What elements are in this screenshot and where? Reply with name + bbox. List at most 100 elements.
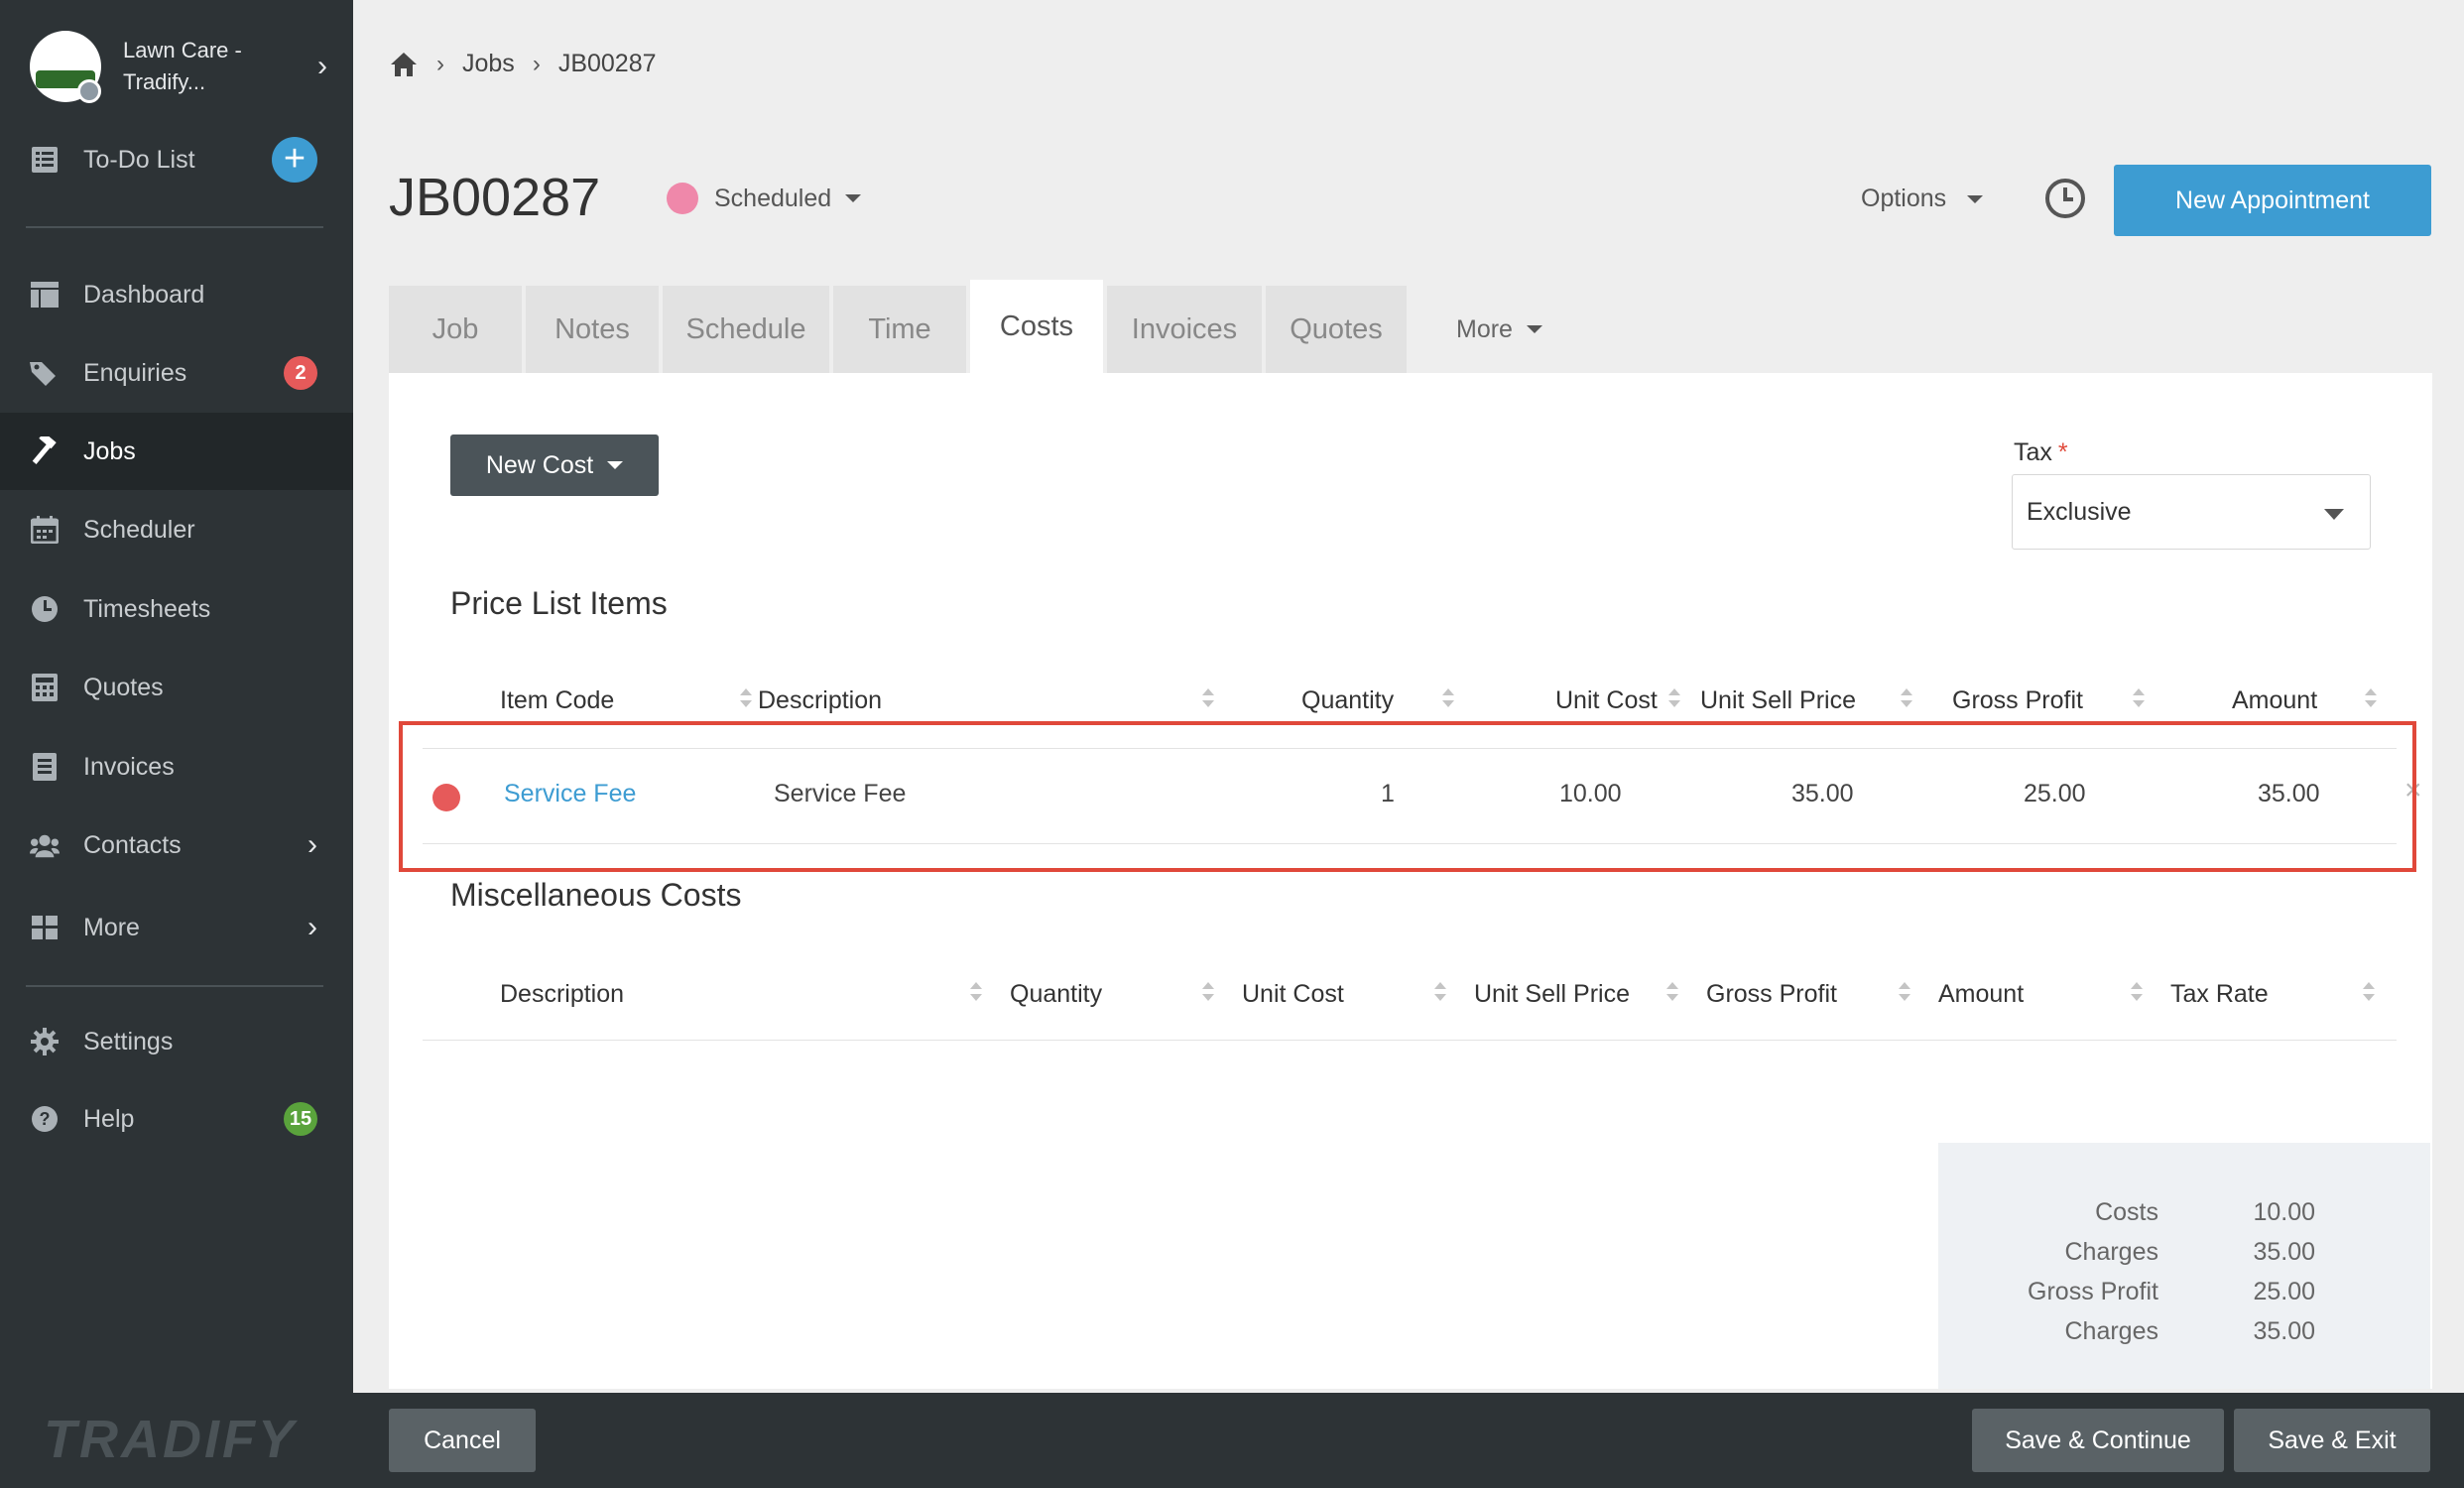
col-amount[interactable]: Amount: [1938, 980, 2024, 1009]
tax-select[interactable]: Exclusive: [2012, 474, 2371, 550]
new-cost-button[interactable]: New Cost: [450, 434, 659, 496]
save-exit-button[interactable]: Save & Exit: [2234, 1409, 2430, 1472]
sort-icon[interactable]: [740, 686, 752, 710]
totals-label: Gross Profit: [2028, 1278, 2158, 1305]
col-gross-profit[interactable]: Gross Profit: [1706, 980, 1837, 1009]
divider: [26, 985, 323, 987]
col-quantity[interactable]: Quantity: [1010, 980, 1102, 1009]
cancel-button[interactable]: Cancel: [389, 1409, 536, 1472]
history-clock-icon[interactable]: [2045, 179, 2085, 218]
add-todo-button[interactable]: +: [272, 137, 317, 183]
sidebar-item-contacts[interactable]: Contacts ›: [0, 806, 353, 884]
col-amount[interactable]: Amount: [2232, 686, 2317, 715]
sort-icon[interactable]: [970, 980, 982, 1004]
sidebar-item-label: Enquiries: [83, 358, 187, 387]
sidebar-item-label: To-Do List: [83, 145, 195, 174]
tab-time[interactable]: Time: [833, 286, 966, 373]
col-gross-profit[interactable]: Gross Profit: [1952, 686, 2083, 715]
tab-invoices[interactable]: Invoices: [1107, 286, 1262, 373]
new-cost-label: New Cost: [485, 450, 594, 479]
org-name: Lawn Care - Tradify...: [123, 38, 242, 94]
sidebar-item-label: Dashboard: [83, 280, 205, 309]
help-count-badge: 15: [284, 1102, 317, 1136]
chevron-right-icon: ›: [308, 911, 317, 943]
users-icon: [30, 830, 60, 860]
required-marker: *: [2057, 438, 2068, 466]
tab-job[interactable]: Job: [389, 286, 522, 373]
org-switcher[interactable]: Lawn Care - Tradify... ›: [30, 30, 337, 103]
totals-row-charges-2: Charges 35.00: [1938, 1317, 2430, 1357]
sort-icon[interactable]: [1899, 980, 1910, 1004]
sort-icon[interactable]: [1202, 686, 1214, 710]
tab-more-label: More: [1456, 314, 1513, 343]
sidebar-item-todo-list[interactable]: To-Do List +: [0, 121, 353, 198]
tax-select-value: Exclusive: [2027, 497, 2132, 526]
sidebar-item-label: Contacts: [83, 830, 182, 859]
misc-costs-title: Miscellaneous Costs: [450, 877, 742, 913]
new-appointment-button[interactable]: New Appointment: [2114, 165, 2431, 236]
gear-icon: [30, 1027, 60, 1056]
col-unit-cost[interactable]: Unit Cost: [1242, 980, 1344, 1009]
price-list-header: Item Code Description Quantity Unit Cost…: [389, 686, 2432, 726]
options-dropdown[interactable]: Options: [1861, 185, 1984, 213]
tab-costs[interactable]: Costs: [970, 280, 1103, 373]
invoice-icon: [30, 752, 60, 782]
col-unit-sell-price[interactable]: Unit Sell Price: [1700, 686, 1856, 715]
tab-quotes[interactable]: Quotes: [1266, 286, 1407, 373]
sidebar-item-quotes[interactable]: Quotes: [0, 649, 353, 726]
col-unit-sell-price[interactable]: Unit Sell Price: [1474, 980, 1630, 1009]
home-icon[interactable]: [389, 51, 419, 78]
sidebar-item-settings[interactable]: Settings: [0, 1003, 353, 1080]
caret-down-icon: [607, 461, 624, 469]
sort-icon[interactable]: [1442, 686, 1454, 710]
sidebar-item-label: Jobs: [83, 436, 136, 465]
col-quantity[interactable]: Quantity: [1301, 686, 1394, 715]
sidebar-item-dashboard[interactable]: Dashboard: [0, 256, 353, 333]
col-item-code[interactable]: Item Code: [500, 686, 614, 715]
sort-icon[interactable]: [2365, 686, 2377, 710]
divider: [423, 1040, 2397, 1041]
col-unit-cost[interactable]: Unit Cost: [1555, 686, 1658, 715]
save-continue-button[interactable]: Save & Continue: [1972, 1409, 2224, 1472]
sort-icon[interactable]: [2363, 980, 2375, 1004]
totals-value: 25.00: [2253, 1278, 2315, 1305]
breadcrumb-jobs-link[interactable]: Jobs: [462, 50, 515, 78]
sort-icon[interactable]: [2131, 980, 2143, 1004]
sort-icon[interactable]: [2133, 686, 2145, 710]
chevron-right-icon: ›: [436, 50, 444, 77]
sidebar-item-label: Invoices: [83, 752, 175, 781]
sidebar-item-timesheets[interactable]: Timesheets: [0, 570, 353, 648]
sidebar-item-more[interactable]: More ›: [0, 889, 353, 966]
sidebar-item-scheduler[interactable]: Scheduler: [0, 491, 353, 568]
sort-icon[interactable]: [1434, 980, 1446, 1004]
sidebar-item-help[interactable]: ? Help 15: [0, 1080, 353, 1158]
totals-value: 35.00: [2253, 1317, 2315, 1345]
col-tax-rate[interactable]: Tax Rate: [2170, 980, 2269, 1009]
list-icon: [30, 145, 60, 175]
tab-more-dropdown[interactable]: More: [1411, 286, 1542, 373]
chevron-right-icon: ›: [317, 50, 327, 82]
sort-icon[interactable]: [1668, 686, 1680, 710]
tab-schedule[interactable]: Schedule: [663, 286, 829, 373]
sidebar-item-label: More: [83, 913, 140, 941]
totals-label: Charges: [2064, 1238, 2159, 1266]
help-icon: ?: [30, 1104, 60, 1134]
sort-icon[interactable]: [1202, 980, 1214, 1004]
col-description[interactable]: Description: [500, 980, 624, 1009]
status-dropdown[interactable]: Scheduled: [667, 183, 862, 214]
caret-down-icon: [2324, 509, 2344, 520]
divider: [26, 226, 323, 228]
totals-row-costs: Costs 10.00: [1938, 1198, 2430, 1238]
status-label: Scheduled: [714, 184, 832, 212]
tab-notes[interactable]: Notes: [526, 286, 659, 373]
sidebar-item-label: Timesheets: [83, 594, 211, 623]
breadcrumb: › Jobs › JB00287: [389, 50, 657, 78]
hammer-icon: [30, 436, 60, 466]
sort-icon[interactable]: [1666, 980, 1678, 1004]
sidebar-item-enquiries[interactable]: Enquiries 2: [0, 334, 353, 412]
col-description[interactable]: Description: [758, 686, 882, 715]
calculator-icon: [30, 673, 60, 702]
sidebar-item-jobs[interactable]: Jobs: [0, 413, 353, 490]
sort-icon[interactable]: [1901, 686, 1912, 710]
sidebar-item-invoices[interactable]: Invoices: [0, 728, 353, 806]
